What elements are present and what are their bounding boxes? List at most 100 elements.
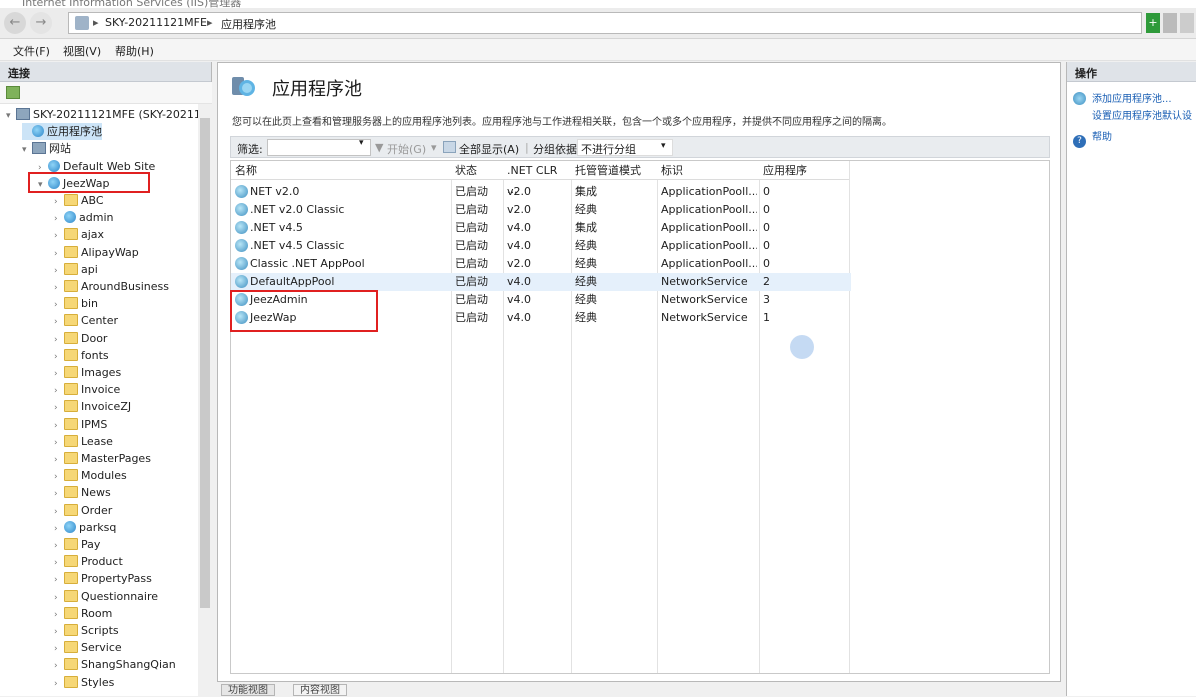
- tree-node[interactable]: › ABC: [54, 192, 104, 209]
- tree-node[interactable]: › MasterPages: [54, 450, 151, 467]
- tree-node-label: Modules: [81, 469, 127, 483]
- tree-node[interactable]: › api: [54, 261, 98, 278]
- column-header[interactable]: 名称: [231, 161, 451, 180]
- show-all-button[interactable]: 全部显示(A): [459, 141, 519, 157]
- tab-features-view[interactable]: 功能视图: [221, 684, 275, 696]
- table-cell-text: .NET v2.0 Classic: [250, 203, 345, 216]
- tree-expander-icon[interactable]: ›: [54, 676, 64, 693]
- tree-node[interactable]: › Door: [54, 330, 107, 347]
- tree-scrollbar[interactable]: [198, 104, 212, 696]
- table-cell: .NET v4.5: [235, 219, 449, 237]
- start-dropdown-icon[interactable]: ▾: [431, 141, 437, 154]
- tree-node[interactable]: › InvoiceZJ: [54, 398, 131, 415]
- tree-node[interactable]: › AlipayWap: [54, 244, 139, 261]
- start-filter-button[interactable]: 开始(G): [387, 141, 426, 157]
- menu-help[interactable]: 帮助(H): [115, 43, 154, 59]
- start-filter-icon[interactable]: ▼: [375, 141, 383, 154]
- filter-label: 筛选:: [237, 143, 263, 156]
- table-cell: NET v2.0: [235, 183, 449, 201]
- tree-node[interactable]: › Room: [54, 605, 112, 622]
- tab-content-view[interactable]: 内容视图: [293, 684, 347, 696]
- help-label: 帮助: [1092, 132, 1112, 143]
- table-cell-text: 0: [763, 257, 770, 270]
- tree-node[interactable]: › bin: [54, 295, 98, 312]
- table-cell: 0: [763, 219, 847, 237]
- tree-node[interactable]: › News: [54, 484, 111, 501]
- menu-file[interactable]: 文件(F): [13, 43, 50, 59]
- table-cell: v2.0: [507, 255, 569, 273]
- table-cell: v4.0: [507, 219, 569, 237]
- tree-node[interactable]: › Lease: [54, 433, 113, 450]
- table-row[interactable]: .NET v4.5 Classic 已启动 v4.0 经典 ApplicationPoo…: [231, 237, 851, 255]
- tree-node[interactable]: › PropertyPass: [54, 570, 152, 587]
- tree-node[interactable]: › fonts: [54, 347, 109, 364]
- table-row[interactable]: Classic .NET AppPool 已启动 v2.0 经典 Application…: [231, 255, 851, 273]
- column-header[interactable]: 应用程序: [759, 161, 849, 180]
- filter-dropdown-icon[interactable]: ▾: [359, 138, 364, 148]
- tree-node[interactable]: › IPMS: [54, 416, 107, 433]
- table-row[interactable]: .NET v4.5 已启动 v4.0 集成 ApplicationPooll... 0: [231, 219, 851, 237]
- tree-scrollbar-thumb[interactable]: [200, 118, 210, 608]
- tree-node[interactable]: › Service: [54, 639, 122, 656]
- column-header[interactable]: .NET CLR ...: [503, 161, 571, 196]
- tree-node-label: News: [81, 486, 111, 500]
- help-action[interactable]: ? 帮助: [1073, 128, 1112, 148]
- column-header[interactable]: 托管管道模式: [571, 161, 657, 180]
- breadcrumb-server[interactable]: SKY-20211121MFE: [105, 16, 207, 29]
- forward-button[interactable]: →: [30, 12, 52, 34]
- table-row[interactable]: DefaultAppPool 已启动 v4.0 经典 NetworkService 2: [231, 273, 851, 291]
- table-cell-text: 已启动: [455, 257, 488, 270]
- tree-node[interactable]: › Pay: [54, 536, 100, 553]
- tree-expander-icon[interactable]: ▾: [6, 108, 16, 125]
- refresh-icon[interactable]: [1180, 13, 1194, 33]
- tree-node[interactable]: › Scripts: [54, 622, 119, 639]
- tree-node[interactable]: › parksq: [54, 519, 116, 536]
- tree-node[interactable]: › ajax: [54, 226, 104, 243]
- app-pool-icon: [235, 221, 248, 234]
- table-cell: .NET v2.0 Classic: [235, 201, 449, 219]
- column-header[interactable]: 标识: [657, 161, 759, 180]
- folder-icon: [64, 503, 78, 516]
- back-button[interactable]: ←: [4, 12, 26, 34]
- set-defaults-action[interactable]: 设置应用程序池默认设: [1092, 107, 1192, 122]
- folder-icon: [64, 572, 78, 585]
- table-cell: 1: [763, 309, 847, 327]
- add-app-pool-action[interactable]: 添加应用程序池...: [1073, 90, 1172, 105]
- column-header[interactable]: 状态: [451, 161, 503, 180]
- tree-node[interactable]: 应用程序池: [22, 123, 102, 141]
- table-cell: 经典: [575, 291, 655, 309]
- tree-node[interactable]: › Center: [54, 312, 118, 329]
- connect-icon[interactable]: [6, 86, 20, 99]
- tree-node[interactable]: › AroundBusiness: [54, 278, 169, 295]
- menu-view[interactable]: 视图(V): [63, 43, 101, 59]
- tree-node[interactable]: › Invoice: [54, 381, 120, 398]
- save-icon[interactable]: [1163, 13, 1177, 33]
- table-cell-text: 1: [763, 311, 770, 324]
- tree-node[interactable]: › ShangShangQian: [54, 656, 176, 673]
- breadcrumb-separator-icon: ▸: [93, 16, 99, 29]
- tree-node[interactable]: › Product: [54, 553, 123, 570]
- address-bar[interactable]: ▸ SKY-20211121MFE ▸ 应用程序池: [68, 12, 1142, 34]
- table-row[interactable]: .NET v2.0 Classic 已启动 v2.0 经典 ApplicationPoo…: [231, 201, 851, 219]
- tree-node[interactable]: › admin: [54, 209, 113, 226]
- tree-node-label: Invoice: [81, 383, 121, 397]
- tree-node[interactable]: › Order: [54, 502, 112, 519]
- show-all-icon[interactable]: [443, 141, 456, 153]
- table-cell: v2.0: [507, 183, 569, 201]
- table-cell: 已启动: [455, 201, 501, 219]
- tree-node[interactable]: › Images: [54, 364, 121, 381]
- tree-node[interactable]: ▾ 网站: [22, 140, 71, 157]
- table-cell: v4.0: [507, 237, 569, 255]
- go-icon[interactable]: +: [1146, 13, 1160, 33]
- tree-node[interactable]: ▾ SKY-20211121MFE (SKY-2021111: [6, 106, 198, 123]
- tree-node[interactable]: › Questionnaire: [54, 588, 158, 605]
- tree-node[interactable]: › Modules: [54, 467, 127, 484]
- main-content: 应用程序池 您可以在此页上查看和管理服务器上的应用程序池列表。应用程序池与工作进…: [217, 62, 1061, 682]
- table-row[interactable]: NET v2.0 已启动 v2.0 集成 ApplicationPooll... 0: [231, 183, 851, 201]
- group-by-dropdown-icon[interactable]: ▾: [661, 141, 666, 151]
- tree-expander-icon[interactable]: ▾: [22, 142, 32, 159]
- filter-input[interactable]: [267, 139, 371, 156]
- table-cell-text: 经典: [575, 239, 597, 252]
- tree-node[interactable]: › Styles: [54, 674, 114, 691]
- breadcrumb-app-pools[interactable]: 应用程序池: [221, 16, 276, 32]
